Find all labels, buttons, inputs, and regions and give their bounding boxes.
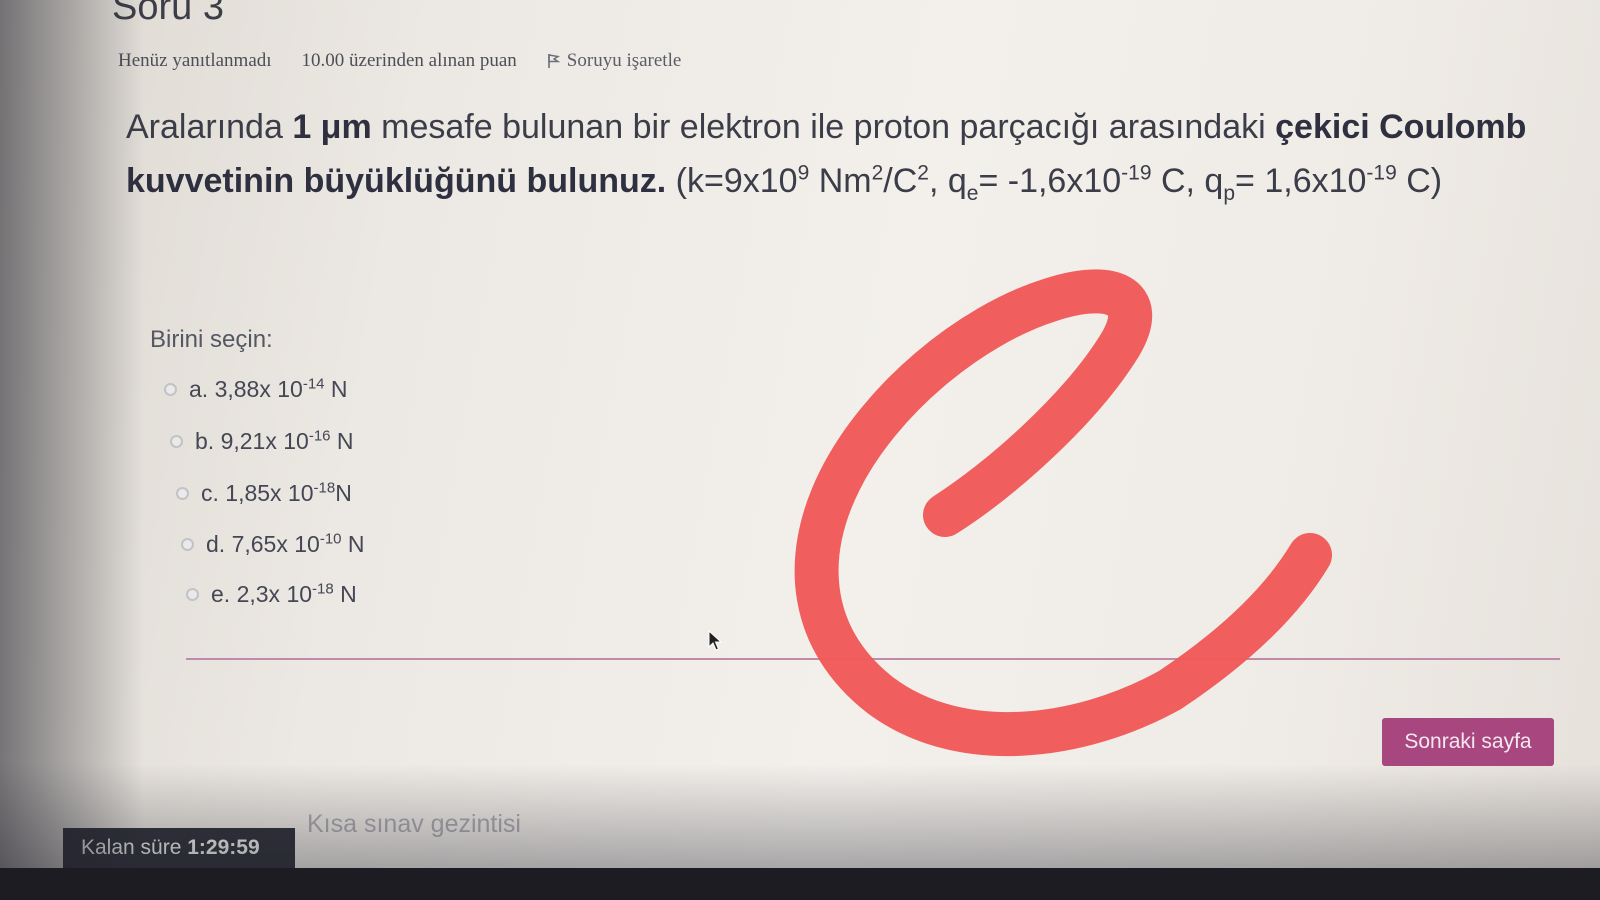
radio-button[interactable] — [170, 435, 183, 448]
next-page-button[interactable]: Sonraki sayfa — [1382, 718, 1554, 766]
option-label: d. 7,65x 10-10 N — [206, 530, 365, 557]
radio-button[interactable] — [186, 588, 199, 601]
flag-icon — [547, 54, 561, 68]
radio-button[interactable] — [181, 538, 194, 551]
answer-option-b[interactable]: b. 9,21x 10-16 N — [170, 428, 354, 455]
time-remaining: Kalan süre 1:29:59 — [63, 828, 295, 868]
answer-option-a[interactable]: a. 3,88x 10-14 N — [164, 376, 348, 403]
flag-question-label: Soruyu işaretle — [566, 50, 682, 71]
option-label: c. 1,85x 10-18N — [201, 479, 352, 506]
answer-prompt: Birini seçin: — [150, 326, 273, 353]
option-label: e. 2,3x 10-18 N — [211, 580, 357, 607]
quiz-navigation-link[interactable]: Kısa sınav gezintisi — [307, 810, 521, 839]
flag-question-link[interactable]: Soruyu işaretle — [547, 50, 682, 72]
answer-status: Henüz yanıtlanmadı — [118, 50, 272, 71]
question-text: Aralarında 1 μm mesafe bulunan bir elekt… — [126, 108, 1527, 205]
option-label: a. 3,88x 10-14 N — [189, 375, 348, 402]
question-points: 10.00 üzerinden alınan puan — [301, 50, 517, 71]
answer-option-e[interactable]: e. 2,3x 10-18 N — [186, 581, 357, 608]
question-title: Soru 3 — [112, 0, 224, 28]
radio-button[interactable] — [164, 383, 177, 396]
question-info: Henüz yanıtlanmadı 10.00 üzerinden alına… — [118, 50, 681, 72]
radio-button[interactable] — [176, 487, 189, 500]
mouse-cursor-icon — [708, 630, 723, 651]
quiz-screen: Soru 3 Henüz yanıtlanmadı 10.00 üzerinde… — [0, 0, 1600, 868]
answer-option-d[interactable]: d. 7,65x 10-10 N — [181, 531, 365, 558]
section-divider — [186, 658, 1560, 660]
option-label: b. 9,21x 10-16 N — [195, 427, 354, 454]
answer-option-c[interactable]: c. 1,85x 10-18N — [176, 480, 352, 507]
